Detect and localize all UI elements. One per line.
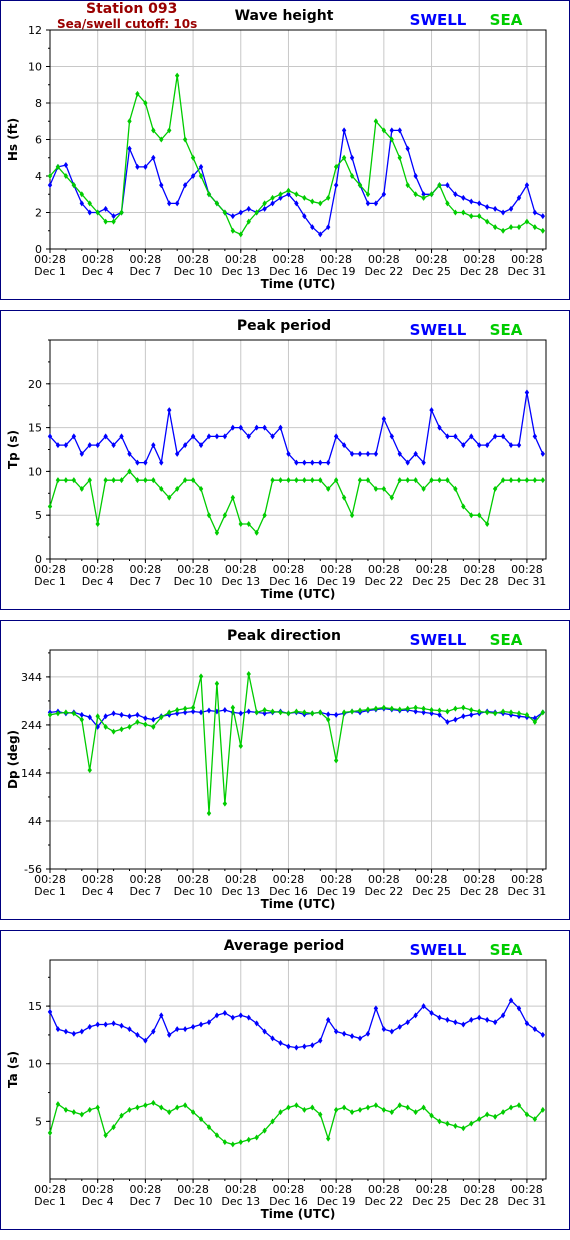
y-tick-label: 8 — [35, 97, 42, 110]
x-tick-date: Dec 10 — [174, 1195, 213, 1208]
x-tick-date: Dec 1 — [34, 575, 66, 588]
x-tick-date: Dec 13 — [221, 575, 260, 588]
chart-title: Peak period — [237, 318, 331, 334]
x-tick-date: Dec 10 — [174, 575, 213, 588]
x-tick-date: Dec 7 — [129, 575, 161, 588]
x-tick-date: Dec 22 — [364, 1195, 403, 1208]
x-tick-date: Dec 10 — [174, 265, 213, 278]
x-tick-date: Dec 22 — [364, 575, 403, 588]
x-axis-label: Time (UTC) — [261, 587, 336, 601]
legend-swell: SWELL — [410, 11, 467, 29]
x-tick-date: Dec 13 — [221, 265, 260, 278]
y-tick-label: 10 — [28, 465, 42, 478]
y-tick-label: 244 — [21, 719, 42, 732]
x-tick-date: Dec 1 — [34, 885, 66, 898]
x-tick-date: Dec 7 — [129, 885, 161, 898]
x-tick-date: Dec 1 — [34, 265, 66, 278]
legend-sea: SEA — [490, 941, 523, 959]
chart-title: Average period — [224, 938, 345, 954]
y-axis-label: Tp (s) — [6, 430, 20, 469]
x-tick-date: Dec 4 — [82, 885, 114, 898]
legend-swell: SWELL — [410, 941, 467, 959]
y-tick-label: 15 — [28, 422, 42, 435]
x-tick-date: Dec 7 — [129, 1195, 161, 1208]
y-tick-label: 15 — [28, 1000, 42, 1013]
y-tick-label: 5 — [35, 509, 42, 522]
x-tick-date: Dec 31 — [508, 885, 547, 898]
x-tick-date: Dec 31 — [508, 575, 547, 588]
y-tick-label: 10 — [28, 61, 42, 74]
x-tick-date: Dec 28 — [460, 575, 499, 588]
legend-sea: SEA — [490, 321, 523, 339]
y-tick-label: 10 — [28, 1058, 42, 1071]
chart-title: Peak direction — [227, 628, 341, 644]
legend-swell: SWELL — [410, 631, 467, 649]
y-tick-label: 144 — [21, 767, 42, 780]
x-tick-date: Dec 31 — [508, 1195, 547, 1208]
x-tick-date: Dec 25 — [412, 265, 451, 278]
x-tick-date: Dec 25 — [412, 1195, 451, 1208]
x-tick-date: Dec 13 — [221, 1195, 260, 1208]
charts-canvas: 02468101200:28Dec 100:28Dec 400:28Dec 70… — [6, 8, 547, 1221]
plot-area — [49, 339, 547, 560]
y-tick-label: 6 — [35, 134, 42, 147]
x-tick-date: Dec 25 — [412, 575, 451, 588]
y-tick-label: 44 — [28, 815, 42, 828]
x-axis-label: Time (UTC) — [261, 277, 336, 291]
y-axis-label: Dp (deg) — [6, 730, 20, 789]
plot-area — [49, 649, 547, 870]
y-tick-label: 20 — [28, 378, 42, 391]
y-tick-label: 5 — [35, 1115, 42, 1128]
x-tick-date: Dec 10 — [174, 885, 213, 898]
x-axis-label: Time (UTC) — [261, 897, 336, 911]
x-tick-date: Dec 22 — [364, 885, 403, 898]
y-tick-label: 2 — [35, 207, 42, 220]
y-axis-label: Ta (s) — [6, 1051, 20, 1088]
x-axis-label: Time (UTC) — [261, 1207, 336, 1221]
x-tick-date: Dec 7 — [129, 265, 161, 278]
x-tick-date: Dec 28 — [460, 265, 499, 278]
x-tick-date: Dec 22 — [364, 265, 403, 278]
x-tick-date: Dec 28 — [460, 1195, 499, 1208]
x-tick-date: Dec 4 — [82, 1195, 114, 1208]
y-axis-label: Hs (ft) — [6, 118, 20, 161]
x-tick-date: Dec 13 — [221, 885, 260, 898]
plot-area — [49, 959, 547, 1180]
x-tick-date: Dec 31 — [508, 265, 547, 278]
y-tick-label: 12 — [28, 24, 42, 37]
x-tick-date: Dec 1 — [34, 1195, 66, 1208]
y-tick-label: 344 — [21, 671, 42, 684]
x-tick-date: Dec 25 — [412, 885, 451, 898]
legend-swell: SWELL — [410, 321, 467, 339]
legend-sea: SEA — [490, 11, 523, 29]
x-tick-date: Dec 4 — [82, 575, 114, 588]
y-tick-label: 4 — [35, 170, 42, 183]
chart-title: Wave height — [235, 8, 334, 24]
x-tick-date: Dec 4 — [82, 265, 114, 278]
legend-sea: SEA — [490, 631, 523, 649]
x-tick-date: Dec 28 — [460, 885, 499, 898]
